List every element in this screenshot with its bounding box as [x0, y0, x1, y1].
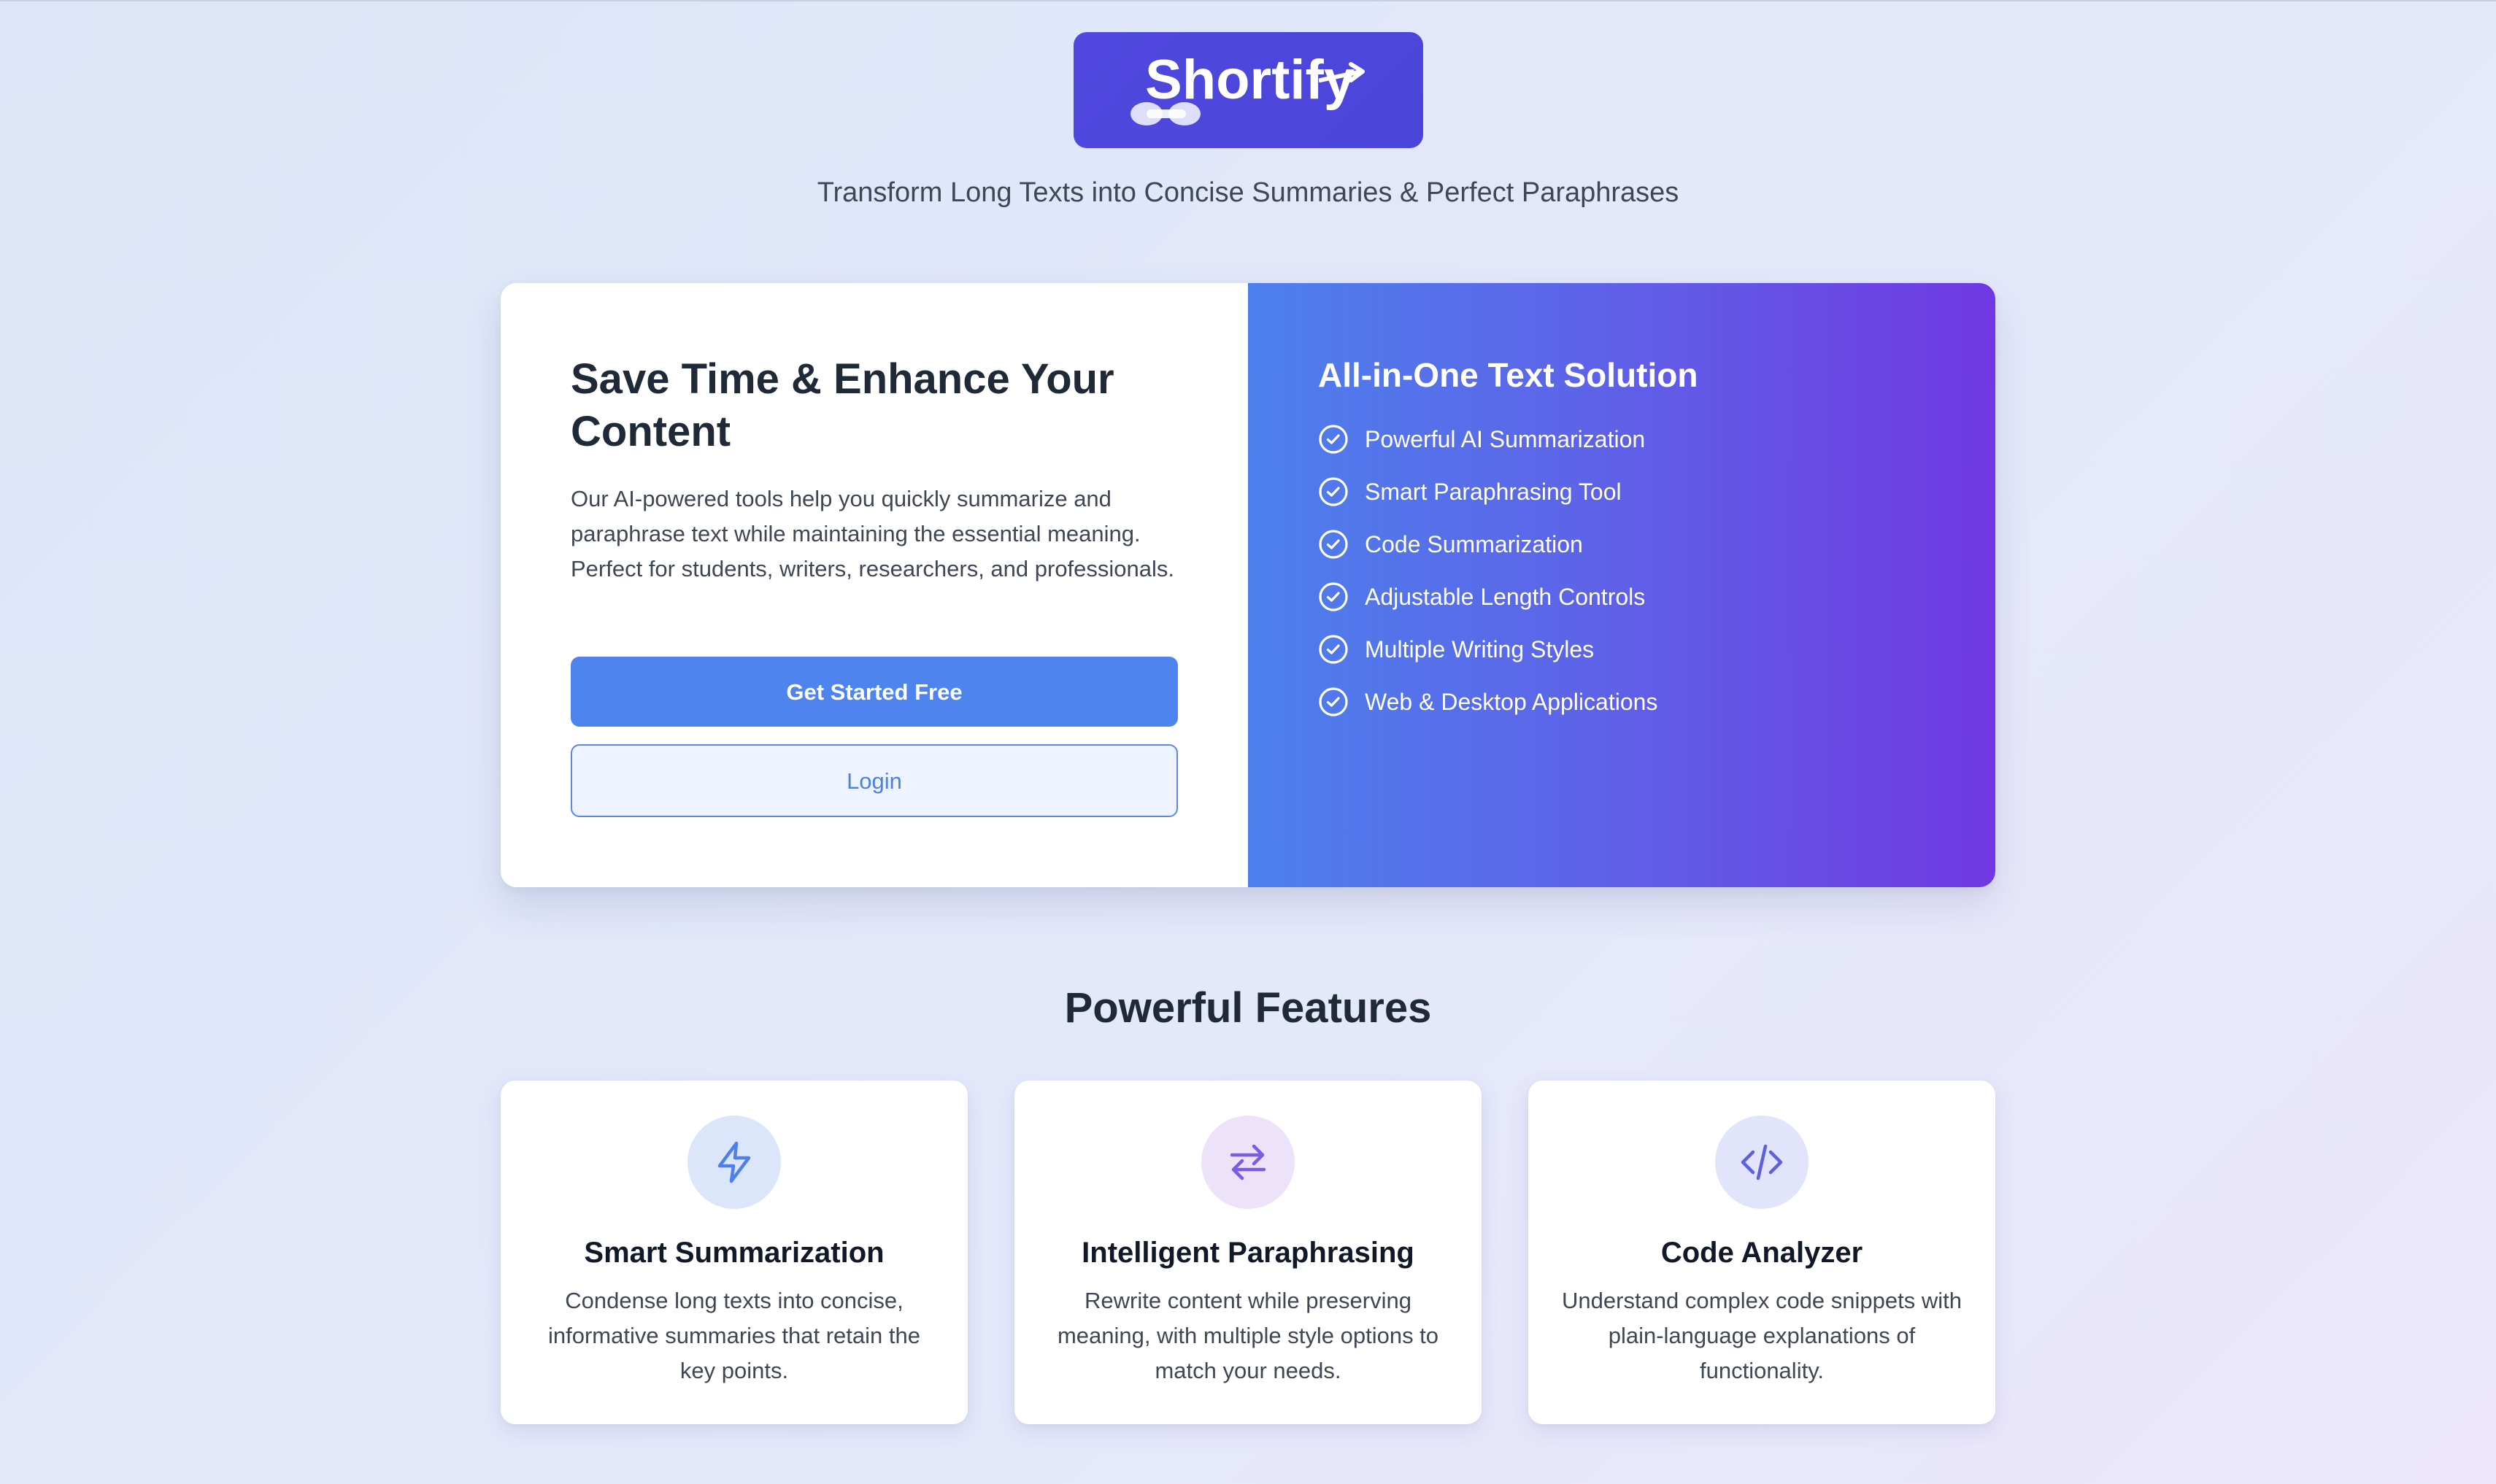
top-border [0, 0, 2496, 1]
solution-title: All-in-One Text Solution [1318, 356, 1698, 394]
check-circle-icon [1319, 530, 1348, 559]
solution-item: Powerful AI Summarization [1318, 413, 1657, 465]
hero-intro-panel: Save Time & Enhance Your Content Our AI-… [501, 283, 1248, 887]
features-title: Powerful Features [1064, 984, 1432, 1032]
hero-description: Our AI-powered tools help you quickly su… [571, 486, 1175, 581]
solution-item-label: Adjustable Length Controls [1365, 584, 1646, 610]
hero-title: Save Time & Enhance Your Content [571, 355, 1114, 455]
solution-item-label: Multiple Writing Styles [1365, 636, 1595, 662]
check-circle-icon [1319, 477, 1348, 506]
solution-item: Web & Desktop Applications [1318, 676, 1657, 728]
hero-card: Save Time & Enhance Your Content Our AI-… [501, 283, 1995, 887]
check-circle-icon [1319, 635, 1348, 664]
feature-card-description: Condense long texts into concise, inform… [548, 1288, 920, 1383]
solution-item: Smart Paraphrasing Tool [1318, 465, 1657, 518]
solution-item-label: Smart Paraphrasing Tool [1365, 479, 1622, 505]
solution-item-label: Web & Desktop Applications [1365, 689, 1658, 715]
lightning-icon [687, 1116, 781, 1209]
arrow-right-icon [1319, 62, 1365, 82]
feature-card-title: Intelligent Paraphrasing [1082, 1237, 1414, 1269]
solution-item-label: Powerful AI Summarization [1365, 426, 1646, 452]
swap-arrows-icon [1201, 1116, 1295, 1209]
logo[interactable]: Shortify [1074, 32, 1423, 148]
solution-panel: All-in-One Text Solution Powerful AI Sum… [1248, 283, 1995, 887]
solution-item-label: Code Summarization [1365, 531, 1583, 557]
code-icon [1715, 1116, 1809, 1209]
feature-card-code-analyzer: Code Analyzer Understand complex code sn… [1528, 1081, 1995, 1424]
solution-item: Code Summarization [1318, 518, 1657, 571]
check-circle-icon [1319, 687, 1348, 716]
login-button[interactable]: Login [571, 744, 1178, 817]
feature-card-paraphrasing: Intelligent Paraphrasing Rewrite content… [1014, 1081, 1482, 1424]
solution-item: Multiple Writing Styles [1318, 623, 1657, 676]
solution-item: Adjustable Length Controls [1318, 571, 1657, 623]
get-started-button[interactable]: Get Started Free [571, 657, 1178, 727]
feature-card-description: Rewrite content while preserving meaning… [1057, 1288, 1439, 1383]
feature-card-title: Smart Summarization [584, 1237, 885, 1269]
check-circle-icon [1319, 582, 1348, 611]
check-circle-icon [1319, 425, 1348, 454]
solution-list: Powerful AI Summarization Smart Paraphra… [1318, 413, 1657, 728]
feature-card-title: Code Analyzer [1660, 1237, 1863, 1269]
feature-card-description: Understand complex code snippets with pl… [1562, 1288, 1962, 1383]
feature-card-summarization: Smart Summarization Condense long texts … [501, 1081, 968, 1424]
tagline: Transform Long Texts into Concise Summar… [817, 177, 1679, 208]
